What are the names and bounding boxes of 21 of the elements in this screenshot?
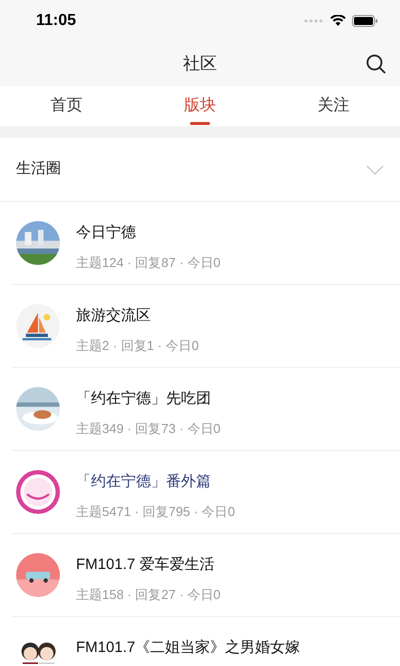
forum-stats: 主题158 · 回复27 · 今日0 <box>76 586 220 604</box>
section-title: 生活圈 <box>16 159 61 180</box>
status-time: 11:05 <box>36 11 76 31</box>
battery-icon <box>352 15 378 27</box>
tab[interactable]: 版块 <box>133 86 267 126</box>
forum-title[interactable]: 「约在宁德」先吃团 <box>76 388 220 410</box>
forum-stats: 主题124 · 回复87 · 今日0 <box>76 254 220 272</box>
tab[interactable]: 首页 <box>0 86 134 126</box>
search-icon[interactable] <box>366 54 386 74</box>
tab[interactable]: 关注 <box>266 86 400 126</box>
forum-title[interactable]: FM101.7 爱车爱生活 <box>76 554 220 576</box>
forum-stats: 主题349 · 回复73 · 今日0 <box>76 420 220 438</box>
signal-icon <box>304 19 324 23</box>
forum-title[interactable]: FM101.7《二姐当家》之男婚女嫁 <box>76 637 300 660</box>
wifi-icon <box>330 15 346 27</box>
forum-title[interactable]: 今日宁德 <box>76 222 220 244</box>
forum-title[interactable]: 「约在宁德」番外篇 <box>76 471 235 494</box>
forum-stats: 主题2 · 回复1 · 今日0 <box>76 336 199 354</box>
forum-title[interactable]: 旅游交流区 <box>76 305 199 328</box>
page-title: 社区 <box>183 53 217 76</box>
forum-stats: 主题5471 · 回复795 · 今日0 <box>76 502 235 520</box>
